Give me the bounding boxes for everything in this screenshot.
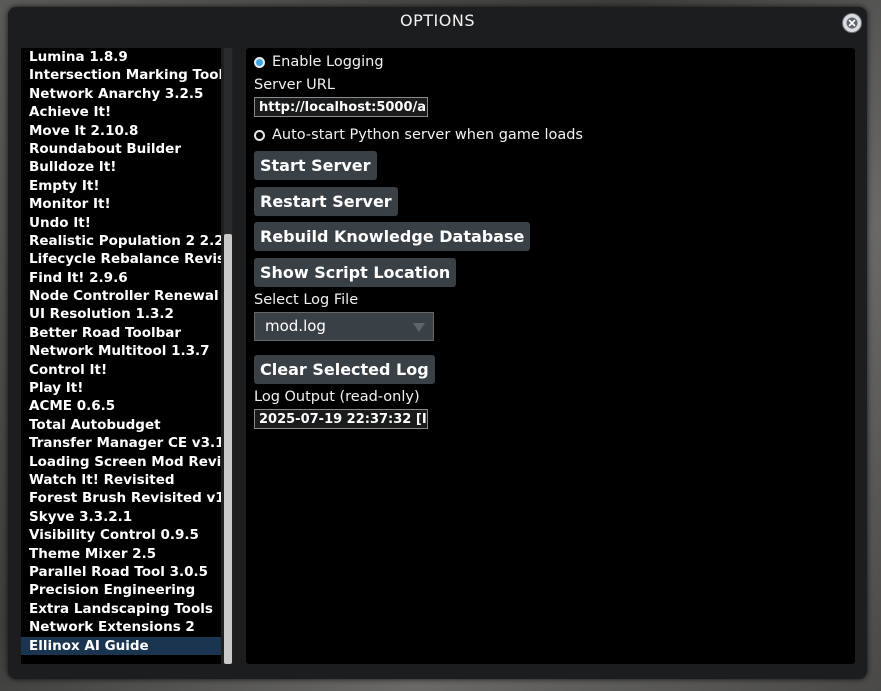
mod-list-item[interactable]: Network Anarchy 3.2.5 <box>21 85 221 103</box>
auto-start-toggle[interactable]: Auto-start Python server when game loads <box>254 127 583 143</box>
mod-list-item[interactable]: UI Resolution 1.3.2 <box>21 305 221 323</box>
mod-list-item[interactable]: Node Controller Renewal 3 <box>21 287 221 305</box>
mod-list-item[interactable]: Precision Engineering <box>21 581 221 599</box>
log-file-dropdown[interactable]: mod.log <box>254 312 434 341</box>
start-server-button[interactable]: Start Server <box>254 151 377 180</box>
mod-list-item[interactable]: Transfer Manager CE v3.1 <box>21 434 221 452</box>
mod-list-item[interactable]: Loading Screen Mod Revisited <box>21 453 221 471</box>
mod-list-item[interactable]: Find It! 2.9.6 <box>21 269 221 287</box>
close-icon <box>846 17 858 29</box>
rebuild-knowledge-database-button[interactable]: Rebuild Knowledge Database <box>254 222 531 251</box>
chevron-down-icon <box>413 323 425 332</box>
log-output-label: Log Output (read-only) <box>254 389 420 405</box>
radio-checked-icon <box>254 56 265 68</box>
mod-list-item[interactable]: Achieve It! <box>21 103 221 121</box>
mod-list-item[interactable]: ACME 0.6.5 <box>21 397 221 415</box>
enable-logging-toggle[interactable]: Enable Logging <box>254 54 384 70</box>
mod-list-item[interactable]: Extra Landscaping Tools <box>21 600 221 618</box>
mod-list-item[interactable]: Undo It! <box>21 214 221 232</box>
close-button[interactable] <box>842 13 862 33</box>
mod-list-item[interactable]: Network Extensions 2 <box>21 618 221 636</box>
scrollbar-thumb[interactable] <box>224 234 232 664</box>
options-window: OPTIONS Lumina 1.8.9 Intersection Marking… <box>8 7 867 679</box>
restart-server-button[interactable]: Restart Server <box>254 187 398 216</box>
log-output-field[interactable]: 2025-07-19 22:37:32 [IN <box>254 409 428 429</box>
log-file-selected-value: mod.log <box>265 317 326 335</box>
mod-list-item[interactable]: Play It! <box>21 379 221 397</box>
enable-logging-label: Enable Logging <box>272 54 384 70</box>
mod-list-item[interactable]: Visibility Control 0.9.5 <box>21 526 221 544</box>
mod-list-item[interactable]: Move It 2.10.8 <box>21 122 221 140</box>
mod-list-scrollbar[interactable] <box>222 48 234 664</box>
scrollbar-track-upper <box>224 48 232 234</box>
mod-list-item[interactable]: Network Multitool 1.3.7 <box>21 342 221 360</box>
radio-unchecked-icon <box>254 129 265 141</box>
mod-list-item[interactable]: Realistic Population 2 2.2.4 <box>21 232 221 250</box>
mod-list-item[interactable]: Ellinox AI Guide <box>21 636 221 655</box>
mod-list-item[interactable]: Empty It! <box>21 177 221 195</box>
mod-list-item[interactable]: Intersection Marking Tool <box>21 66 221 84</box>
mod-list-item[interactable]: Lifecycle Rebalance Revisited <box>21 250 221 268</box>
mod-options-panel: Enable Logging Server URL http://localho… <box>246 48 855 664</box>
server-url-label: Server URL <box>254 77 335 93</box>
mod-list-item[interactable]: Control It! <box>21 361 221 379</box>
server-url-input[interactable]: http://localhost:5000/a <box>254 97 428 117</box>
window-title: OPTIONS <box>400 11 475 30</box>
mod-list-item[interactable]: Forest Brush Revisited v1.4 <box>21 489 221 507</box>
mod-list-item[interactable]: Better Road Toolbar <box>21 324 221 342</box>
mod-list-item[interactable]: Monitor It! <box>21 195 221 213</box>
mod-list: Lumina 1.8.9 Intersection Marking Tool Net… <box>21 48 221 655</box>
mod-list-item[interactable]: Total Autobudget <box>21 416 221 434</box>
mod-list-item[interactable]: Skyve 3.3.2.1 <box>21 508 221 526</box>
title-bar: OPTIONS <box>8 7 867 37</box>
mod-list-item[interactable]: Bulldoze It! <box>21 158 221 176</box>
show-script-location-button[interactable]: Show Script Location <box>254 258 457 287</box>
mod-list-item[interactable]: Lumina 1.8.9 <box>21 48 221 66</box>
mod-list-item[interactable]: Parallel Road Tool 3.0.5 <box>21 563 221 581</box>
select-log-file-label: Select Log File <box>254 292 359 308</box>
mod-list-panel: Lumina 1.8.9 Intersection Marking Tool Net… <box>21 48 221 664</box>
clear-selected-log-button[interactable]: Clear Selected Log <box>254 355 435 384</box>
mod-list-item[interactable]: Theme Mixer 2.5 <box>21 545 221 563</box>
mod-list-item[interactable]: Roundabout Builder <box>21 140 221 158</box>
mod-list-item[interactable]: Watch It! Revisited <box>21 471 221 489</box>
auto-start-label: Auto-start Python server when game loads <box>272 127 583 143</box>
